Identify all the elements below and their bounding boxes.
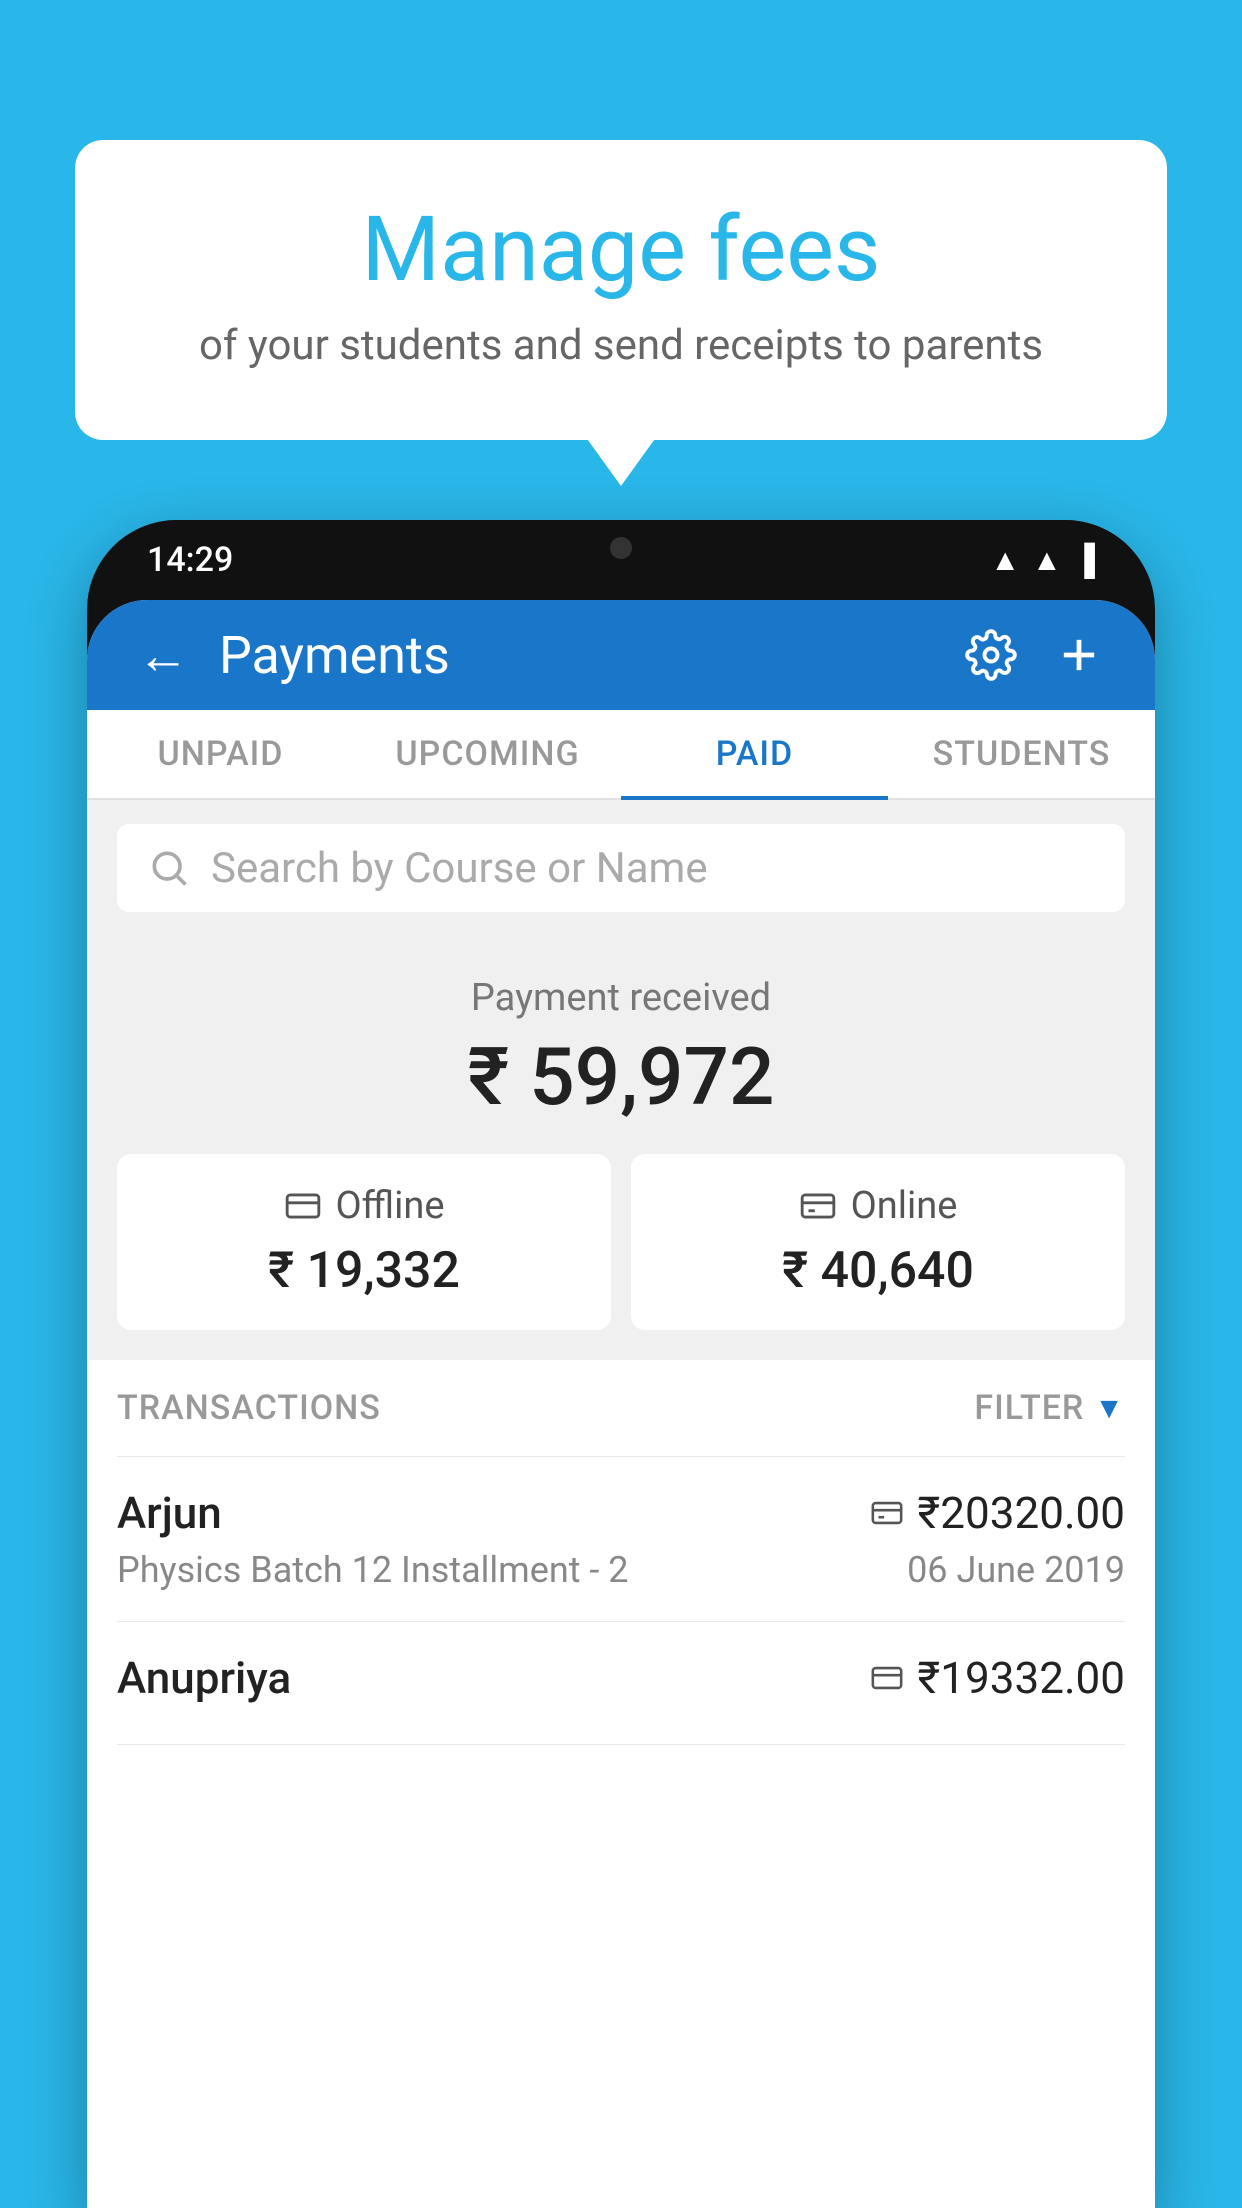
- filter-icon: ▼: [1094, 1391, 1125, 1426]
- phone-frame: 14:29 ▲ ▲ ▐ ← Payments: [87, 520, 1155, 2208]
- online-icon: [799, 1187, 837, 1225]
- phone-notch: [541, 520, 701, 575]
- header-title: Payments: [219, 625, 450, 686]
- bubble-title: Manage fees: [155, 200, 1087, 299]
- payment-cards: Offline ₹ 19,332 Online: [117, 1154, 1125, 1330]
- bubble-subtitle: of your students and send receipts to pa…: [155, 321, 1087, 370]
- offline-payment-card: Offline ₹ 19,332: [117, 1154, 611, 1330]
- app-header: ← Payments: [87, 600, 1155, 710]
- camera: [610, 537, 632, 559]
- offline-card-header: Offline: [147, 1184, 581, 1228]
- offline-payment-icon: [870, 1661, 904, 1695]
- status-bar: 14:29 ▲ ▲ ▐: [87, 520, 1155, 600]
- signal-icon: ▲: [1032, 543, 1062, 578]
- transactions-header: TRANSACTIONS FILTER ▼: [117, 1360, 1125, 1457]
- payment-received-section: Payment received ₹ 59,972 Offline ₹ 19,3…: [87, 936, 1155, 1360]
- online-payment-card: Online ₹ 40,640: [631, 1154, 1125, 1330]
- search-section: Search by Course or Name: [87, 800, 1155, 936]
- filter-button[interactable]: FILTER ▼: [974, 1388, 1125, 1428]
- speech-bubble-wrapper: Manage fees of your students and send re…: [75, 140, 1167, 440]
- transactions-section: TRANSACTIONS FILTER ▼ Arjun: [87, 1360, 1155, 1745]
- app-content: ← Payments UNPAID UPCOMING PAID S: [87, 600, 1155, 2208]
- header-left: ← Payments: [137, 625, 450, 686]
- add-button[interactable]: [1053, 629, 1105, 681]
- transaction-course: Physics Batch 12 Installment - 2: [117, 1549, 629, 1591]
- tab-unpaid[interactable]: UNPAID: [87, 710, 354, 798]
- payment-total-amount: ₹ 59,972: [117, 1030, 1125, 1124]
- online-label: Online: [851, 1184, 958, 1228]
- transaction-name: Anupriya: [117, 1652, 291, 1704]
- offline-amount: ₹ 19,332: [147, 1242, 581, 1300]
- table-row[interactable]: Arjun ₹20320.00 Physics Batch 12 Install…: [117, 1457, 1125, 1622]
- header-right: [965, 629, 1105, 681]
- transaction-amount-right: ₹19332.00: [870, 1652, 1125, 1704]
- search-icon: [147, 846, 191, 890]
- search-placeholder: Search by Course or Name: [211, 844, 708, 893]
- offline-label: Offline: [336, 1184, 445, 1228]
- transaction-amount-right: ₹20320.00: [870, 1487, 1125, 1539]
- status-icons: ▲ ▲ ▐: [990, 543, 1095, 578]
- filter-label: FILTER: [974, 1388, 1084, 1428]
- transactions-label: TRANSACTIONS: [117, 1388, 381, 1428]
- battery-icon: ▐: [1074, 543, 1095, 578]
- transaction-row-top: Anupriya ₹19332.00: [117, 1652, 1125, 1704]
- online-amount: ₹ 40,640: [661, 1242, 1095, 1300]
- speech-bubble: Manage fees of your students and send re…: [75, 140, 1167, 440]
- tab-paid[interactable]: PAID: [621, 710, 888, 798]
- online-payment-icon: [870, 1496, 904, 1530]
- transaction-amount-value: ₹20320.00: [918, 1487, 1125, 1539]
- online-card-header: Online: [661, 1184, 1095, 1228]
- transaction-amount-value: ₹19332.00: [918, 1652, 1125, 1704]
- settings-icon[interactable]: [965, 629, 1017, 681]
- tab-students[interactable]: STUDENTS: [888, 710, 1155, 798]
- wifi-icon: ▲: [990, 543, 1020, 578]
- transaction-date: 06 June 2019: [907, 1549, 1125, 1591]
- payment-received-label: Payment received: [117, 976, 1125, 1020]
- back-button[interactable]: ←: [137, 625, 189, 686]
- tab-upcoming[interactable]: UPCOMING: [354, 710, 621, 798]
- status-time: 14:29: [147, 540, 233, 580]
- transaction-row-top: Arjun ₹20320.00: [117, 1487, 1125, 1539]
- tabs-bar: UNPAID UPCOMING PAID STUDENTS: [87, 710, 1155, 800]
- table-row[interactable]: Anupriya ₹19332.00: [117, 1622, 1125, 1745]
- transaction-row-bottom: Physics Batch 12 Installment - 2 06 June…: [117, 1549, 1125, 1591]
- offline-icon: [284, 1187, 322, 1225]
- search-bar[interactable]: Search by Course or Name: [117, 824, 1125, 912]
- transaction-name: Arjun: [117, 1487, 222, 1539]
